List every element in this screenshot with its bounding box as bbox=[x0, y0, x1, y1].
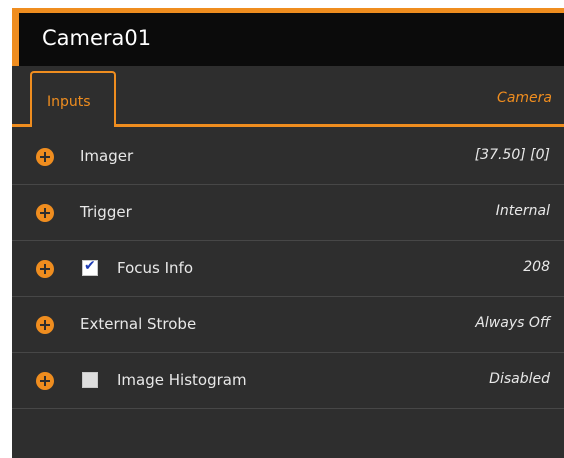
property-label: External Strobe bbox=[80, 315, 197, 333]
module-label: Camera bbox=[497, 90, 552, 106]
tab-underline-gap bbox=[32, 124, 114, 127]
property-row-trigger[interactable]: Trigger Internal bbox=[12, 185, 564, 241]
property-row-image-histogram[interactable]: Image Histogram Disabled bbox=[12, 353, 564, 409]
panel-title-bar: Camera01 bbox=[12, 8, 564, 66]
expand-plus-icon[interactable] bbox=[36, 372, 54, 390]
panel-title: Camera01 bbox=[42, 26, 152, 50]
property-list: Imager [37.50] [0] Trigger Internal ✔ Fo… bbox=[12, 129, 564, 409]
expand-plus-icon[interactable] bbox=[36, 260, 54, 278]
property-label: Focus Info bbox=[117, 259, 193, 277]
property-row-imager[interactable]: Imager [37.50] [0] bbox=[12, 129, 564, 185]
tab-inputs-label: Inputs bbox=[47, 94, 91, 110]
focus-info-checkbox[interactable]: ✔ bbox=[82, 258, 98, 276]
property-value: Always Off bbox=[475, 315, 550, 331]
checkmark-icon: ✔ bbox=[84, 258, 96, 274]
expand-plus-icon[interactable] bbox=[36, 316, 54, 334]
property-value: 208 bbox=[523, 259, 550, 275]
property-label: Trigger bbox=[80, 203, 132, 221]
tab-inputs[interactable]: Inputs bbox=[30, 71, 116, 127]
property-value: [37.50] [0] bbox=[474, 147, 550, 163]
camera-panel: Camera01 Inputs Camera Imager [37.50] [0… bbox=[12, 8, 564, 458]
property-label: Image Histogram bbox=[117, 371, 247, 389]
property-value: Disabled bbox=[489, 371, 550, 387]
title-accent-bar bbox=[12, 8, 19, 66]
property-label: Imager bbox=[80, 147, 134, 165]
property-value: Internal bbox=[495, 203, 550, 219]
image-histogram-checkbox[interactable] bbox=[82, 372, 98, 388]
expand-plus-icon[interactable] bbox=[36, 148, 54, 166]
property-row-external-strobe[interactable]: External Strobe Always Off bbox=[12, 297, 564, 353]
expand-plus-icon[interactable] bbox=[36, 204, 54, 222]
property-row-focus-info[interactable]: ✔ Focus Info 208 bbox=[12, 241, 564, 297]
